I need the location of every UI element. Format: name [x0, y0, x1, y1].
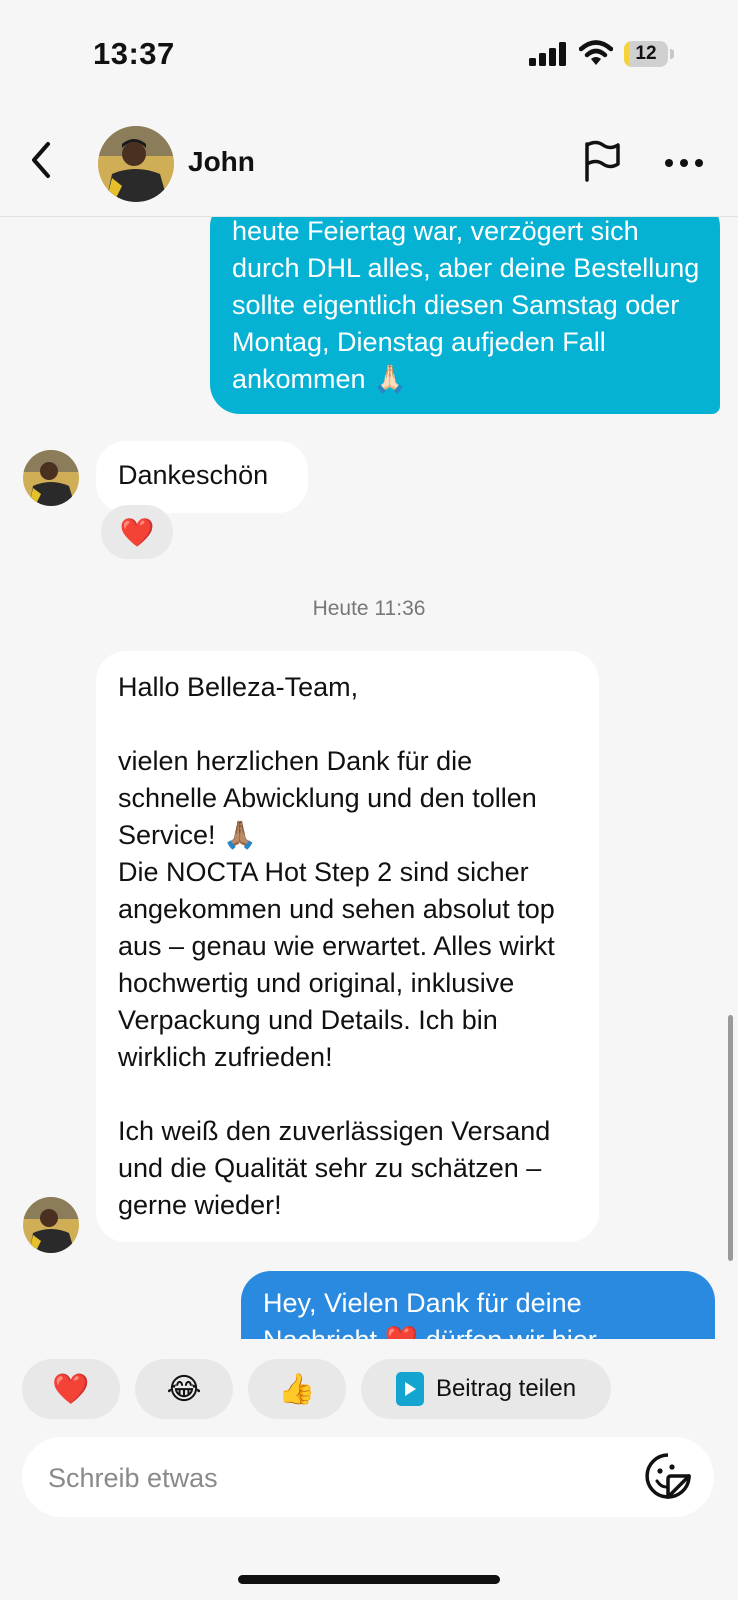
sticker-icon[interactable]	[644, 1452, 692, 1500]
home-indicator	[238, 1575, 500, 1584]
sender-avatar[interactable]	[23, 1197, 79, 1253]
flag-icon[interactable]	[582, 140, 622, 182]
more-icon[interactable]	[664, 158, 704, 168]
status-time: 13:37	[93, 36, 175, 71]
share-post-icon	[395, 1372, 424, 1406]
message-list[interactable]: heute Feiertag war, verzögert sich durch…	[0, 217, 738, 1339]
cellular-signal-icon	[529, 42, 566, 66]
wifi-icon	[579, 40, 613, 65]
message-bubble-incoming[interactable]: Dankeschön	[96, 441, 308, 513]
sender-avatar[interactable]	[23, 450, 79, 506]
quick-reaction-laugh[interactable]: 😂	[135, 1359, 233, 1419]
chat-header: John	[0, 110, 738, 217]
quick-reply-bar: ❤️ 😂 👍 Beitrag teilen	[0, 1359, 738, 1421]
back-chevron-icon[interactable]	[26, 140, 56, 180]
quick-reaction-thumbs-up[interactable]: 👍	[248, 1359, 346, 1419]
message-bubble-incoming[interactable]: Hallo Belleza-Team, vielen herzlichen Da…	[96, 651, 599, 1242]
reaction-heart-icon: ❤️	[119, 516, 155, 548]
message-bubble-outgoing[interactable]: heute Feiertag war, verzögert sich durch…	[210, 217, 720, 414]
battery-level: 12	[635, 43, 657, 64]
contact-name[interactable]: John	[188, 146, 255, 178]
share-post-label: Beitrag teilen	[435, 1375, 577, 1402]
message-reaction[interactable]: ❤️	[101, 505, 173, 559]
laughing-emoji-icon: 😂	[166, 1372, 202, 1406]
battery-icon: 12	[624, 41, 668, 67]
message-composer	[22, 1437, 714, 1519]
thumbs-up-icon: 👍	[278, 1372, 316, 1406]
battery-tip	[670, 49, 674, 59]
message-timestamp: Heute 11:36	[312, 597, 426, 620]
status-bar: 13:37 12	[0, 0, 738, 110]
contact-avatar[interactable]	[98, 126, 174, 202]
message-bubble-outgoing[interactable]: Hey, Vielen Dank für deine Nachricht ❤️ …	[241, 1271, 715, 1339]
heart-icon: ❤️	[52, 1372, 90, 1406]
message-input[interactable]	[46, 1437, 630, 1519]
quick-reaction-heart[interactable]: ❤️	[22, 1359, 120, 1419]
share-post-button[interactable]: Beitrag teilen	[361, 1359, 611, 1419]
scrollbar[interactable]	[728, 1015, 733, 1261]
